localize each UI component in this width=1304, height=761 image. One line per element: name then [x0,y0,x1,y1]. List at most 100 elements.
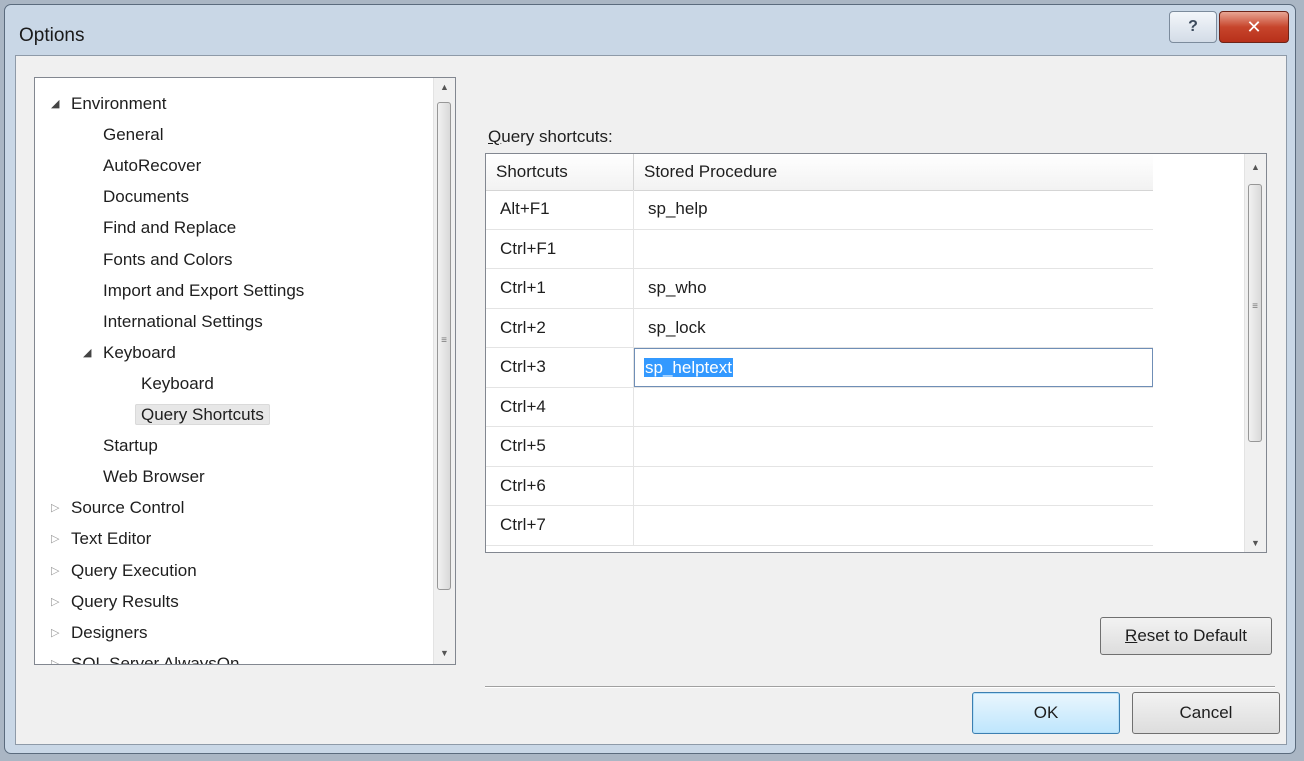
shortcut-cell: Ctrl+5 [486,427,634,466]
procedure-cell[interactable] [634,467,1153,506]
expand-arrow-icon[interactable]: ▷ [51,557,59,585]
shortcut-cell: Alt+F1 [486,190,634,229]
procedure-text: sp_helptext [644,358,733,377]
tree-item-label: Designers [71,622,148,642]
tree-scroll-up-icon[interactable]: ▲ [434,82,455,92]
grid-scroll-up-icon[interactable]: ▲ [1245,162,1266,172]
procedure-edit-field[interactable]: sp_helptext [634,348,1153,387]
table-row[interactable]: Ctrl+4 [486,387,1153,427]
tree-item[interactable]: Fonts and Colors [103,246,232,274]
shortcut-cell: Ctrl+3 [486,348,634,387]
procedure-text: sp_lock [648,317,706,337]
procedure-cell[interactable]: sp_who [634,269,1153,308]
grid-rows: Alt+F1 sp_help Ctrl+F1 Ctrl+1 sp_who Ctrl+2 sp… [486,190,1153,546]
reset-accel: R [1125,626,1138,645]
tree-item-label: Source Control [71,498,185,518]
dialog-title: Options [19,25,85,46]
tree-item-label: General [103,125,164,145]
dialog-client-area: ◢ Environment General AutoRecover Documents F… [15,55,1287,745]
procedure-cell[interactable] [634,427,1153,466]
table-row[interactable]: Ctrl+6 [486,466,1153,506]
grid-scroll-thumb[interactable]: ≡ [1248,184,1262,442]
help-icon: ? [1188,18,1198,35]
procedure-cell[interactable] [634,388,1153,427]
expand-arrow-icon[interactable]: ▷ [51,525,59,553]
tree-item[interactable]: Query Shortcuts [135,401,270,429]
expand-arrow-icon[interactable]: ▷ [51,494,59,522]
procedure-text: sp_who [648,278,707,297]
close-button[interactable]: ✕ [1219,11,1289,43]
shortcut-cell: Ctrl+4 [486,387,634,426]
tree-item[interactable]: AutoRecover [103,152,201,180]
procedure-cell[interactable]: sp_help [634,190,1153,229]
procedure-text: sp_help [648,199,708,218]
tree-item-label: SQL Server AlwaysOn [71,653,240,665]
tree-item-label: Environment [71,94,167,113]
options-dialog: Options ? ✕ ◢ Environment General AutoRecov… [4,4,1296,754]
tree-scroll-down-icon[interactable]: ▼ [434,648,455,658]
tree-item-label: Startup [103,436,158,456]
shortcuts-grid[interactable]: Shortcuts Stored Procedure Alt+F1 sp_help… [485,153,1267,553]
tree-item[interactable]: International Settings [103,308,263,336]
options-tree[interactable]: ◢ Environment General AutoRecover Documents F… [34,77,456,665]
tree-scroll-thumb[interactable]: ≡ [437,102,451,590]
tree-item-label: Find and Replace [103,218,237,238]
query-shortcuts-label-rest: uery shortcuts: [501,127,613,146]
tree-item[interactable]: General [103,121,163,149]
table-row[interactable]: Ctrl+5 [486,427,1153,467]
tree-item-label: Query Results [71,591,179,611]
tree-item-label: Query Shortcuts [135,404,270,425]
separator [485,686,1275,688]
tree-item[interactable]: Import and Export Settings [103,277,304,305]
tree-item[interactable]: Startup [103,432,158,460]
shortcut-cell: Ctrl+2 [486,308,634,347]
collapse-arrow-icon[interactable]: ◢ [83,339,91,367]
tree-item-label: Text Editor [71,529,152,549]
grid-grip-icon: ≡ [1252,301,1258,312]
column-header-shortcuts[interactable]: Shortcuts [486,154,634,190]
expand-arrow-icon[interactable]: ▷ [51,619,59,647]
tree-item-label: Keyboard [103,342,176,362]
tree-item[interactable]: Find and Replace [103,214,236,242]
expand-arrow-icon[interactable]: ▷ [51,588,59,616]
grid-scrollbar[interactable]: ▲ ≡ ▼ [1244,154,1266,552]
tree-item-label: Query Execution [71,560,197,580]
procedure-cell[interactable]: sp_lock [634,309,1153,348]
reset-label-rest: eset to Default [1137,626,1247,645]
procedure-cell[interactable] [634,506,1153,545]
procedure-cell[interactable] [634,230,1153,269]
help-button[interactable]: ? [1169,11,1217,43]
query-shortcuts-label: Query shortcuts: [488,127,613,147]
tree-item-label: Web Browser [103,467,205,487]
tree-item-label: International Settings [103,311,263,331]
table-row[interactable]: Ctrl+7 [486,506,1153,546]
tree-item-label: Import and Export Settings [103,280,305,300]
table-row[interactable]: Ctrl+2 sp_lock [486,308,1153,348]
table-row[interactable]: Ctrl+F1 [486,229,1153,269]
tree-item-label: Documents [103,187,189,207]
shortcut-cell: Ctrl+1 [486,269,634,308]
grip-icon: ≡ [441,335,447,346]
grid-header: Shortcuts Stored Procedure [486,154,1153,191]
tree-item[interactable]: Documents [103,183,189,211]
tree-item-label: AutoRecover [103,156,202,176]
ok-button[interactable]: OK [972,692,1120,734]
expand-arrow-icon[interactable]: ▷ [51,650,59,664]
query-shortcuts-accel: Q [488,127,502,146]
cancel-button[interactable]: Cancel [1132,692,1280,734]
collapse-arrow-icon[interactable]: ◢ [51,90,59,118]
table-row[interactable]: Ctrl+1 sp_who [486,269,1153,309]
tree-item-label: Fonts and Colors [103,249,233,269]
tree-item-label: Keyboard [141,373,214,393]
shortcut-cell: Ctrl+7 [486,506,634,545]
tree-item[interactable]: Keyboard [141,370,214,398]
tree-item[interactable]: Web Browser [103,463,205,491]
tree-scrollbar[interactable]: ▲ ≡ ▼ [433,78,455,664]
table-row[interactable]: Ctrl+3 sp_helptext [486,348,1153,388]
table-row[interactable]: Alt+F1 sp_help [486,190,1153,230]
column-header-stored-procedure[interactable]: Stored Procedure [634,154,1153,190]
grid-scroll-down-icon[interactable]: ▼ [1245,538,1266,548]
close-icon: ✕ [1246,16,1262,37]
reset-to-default-button[interactable]: Reset to Default [1100,617,1272,655]
shortcut-cell: Ctrl+F1 [486,229,634,268]
